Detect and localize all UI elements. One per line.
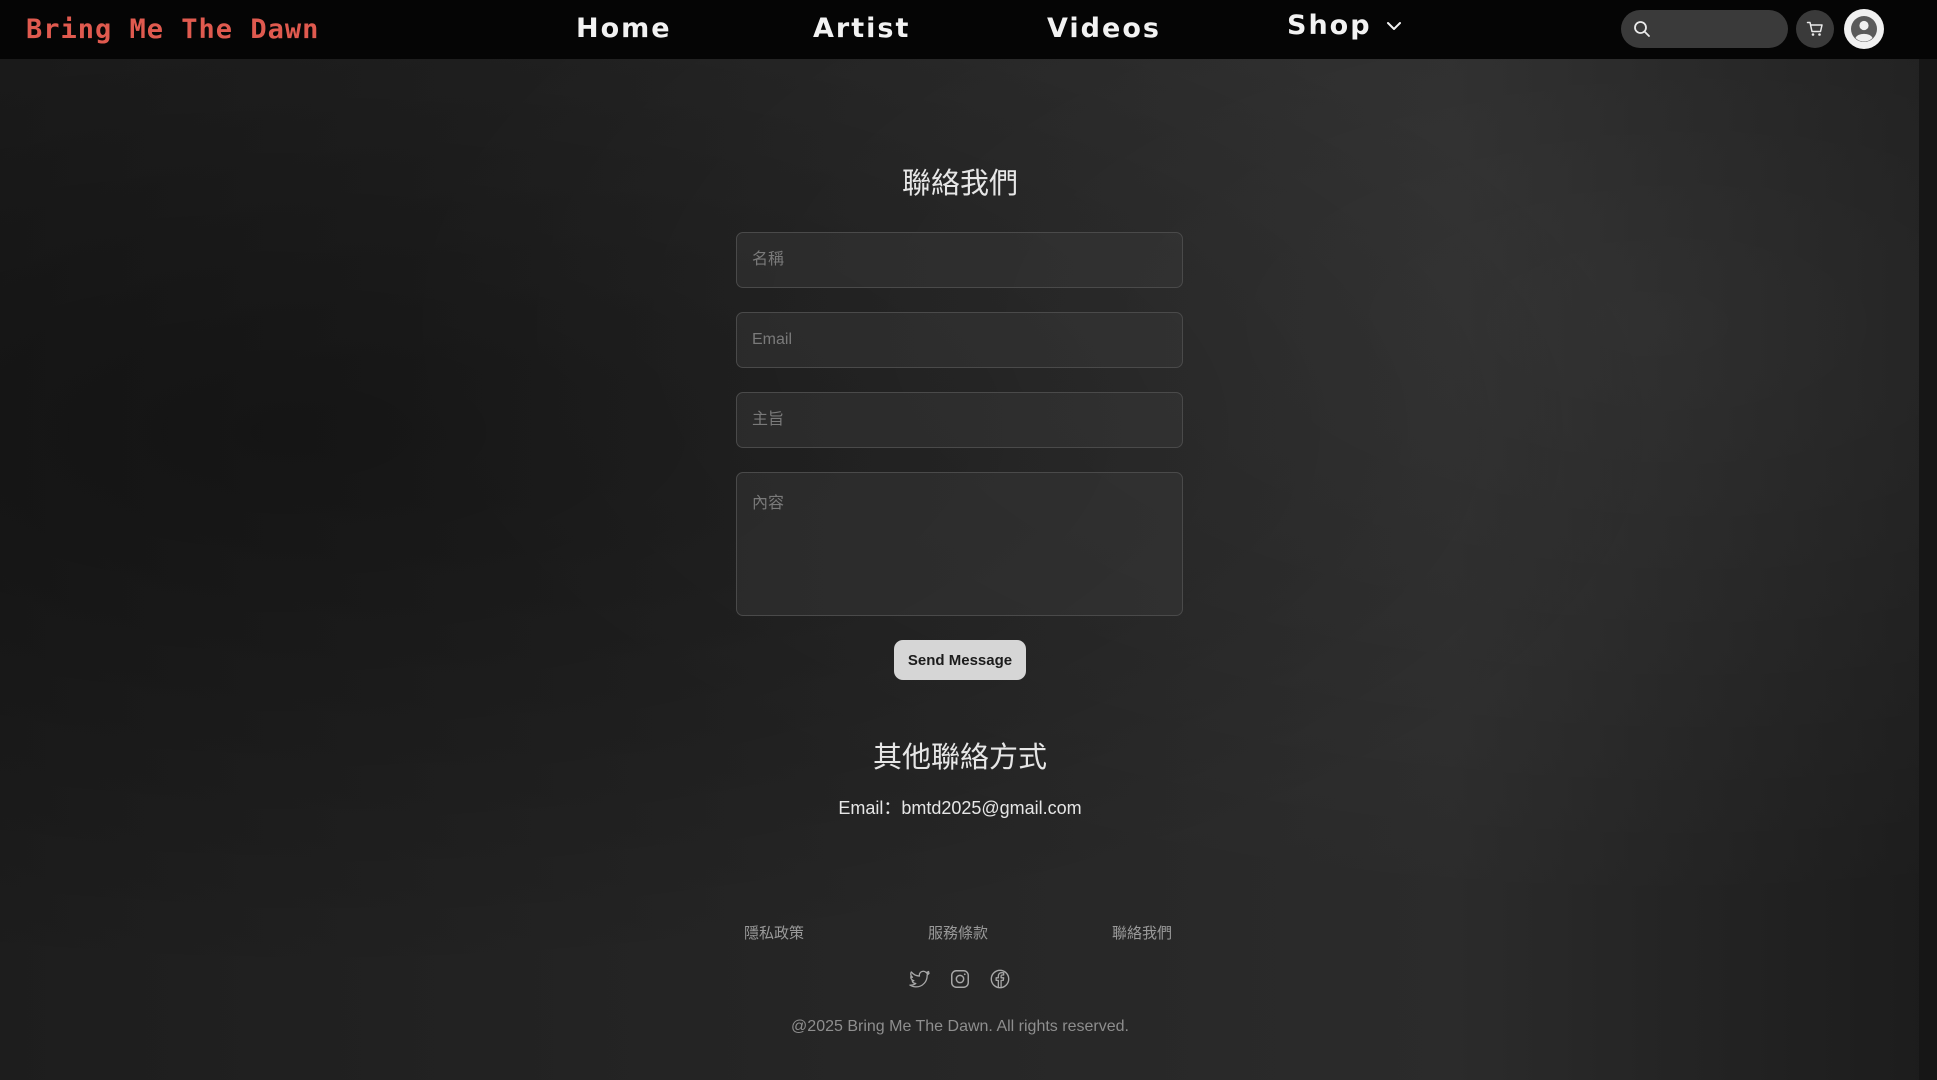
other-contact-title: 其他聯絡方式 [872,740,1047,774]
nav-videos-link[interactable]: Videos [1047,13,1161,44]
search-bar[interactable] [1621,10,1788,48]
message-textarea[interactable] [736,472,1183,616]
footer-privacy-link[interactable]: 隱私政策 [744,922,804,943]
copyright-text: @2025 Bring Me The Dawn. All rights rese… [791,1018,1129,1035]
cart-button[interactable] [1796,10,1834,48]
search-icon [1634,21,1650,37]
brand-logo[interactable]: Bring Me The Dawn [26,14,319,45]
search-input[interactable] [1659,16,1783,44]
chevron-down-icon [1386,21,1401,30]
contact-title: 聯絡我們 [901,166,1018,200]
footer-terms-link[interactable]: 服務條款 [928,922,988,943]
top-navbar: Bring Me The Dawn Home Artist Videos Sho… [0,0,1937,59]
nav-shop-label: Shop [1287,10,1372,41]
nav-shop-dropdown[interactable]: Shop [1287,10,1402,41]
cart-icon [1806,21,1823,36]
nav-home-link[interactable]: Home [576,13,672,44]
user-avatar-icon [1851,16,1877,42]
user-avatar-button[interactable] [1844,9,1884,49]
contact-email-text: Email：bmtd2025@gmail.com [838,798,1082,818]
instagram-icon[interactable] [949,968,971,990]
name-field[interactable] [736,232,1183,288]
twitter-icon[interactable] [909,968,931,990]
footer-contact-link[interactable]: 聯絡我們 [1112,922,1172,943]
page-edge [1919,0,1937,1080]
subject-field[interactable] [736,392,1183,448]
facebook-icon[interactable] [989,968,1011,990]
email-field[interactable] [736,312,1183,368]
nav-artist-link[interactable]: Artist [813,13,910,44]
send-message-button[interactable]: Send Message [894,640,1026,680]
